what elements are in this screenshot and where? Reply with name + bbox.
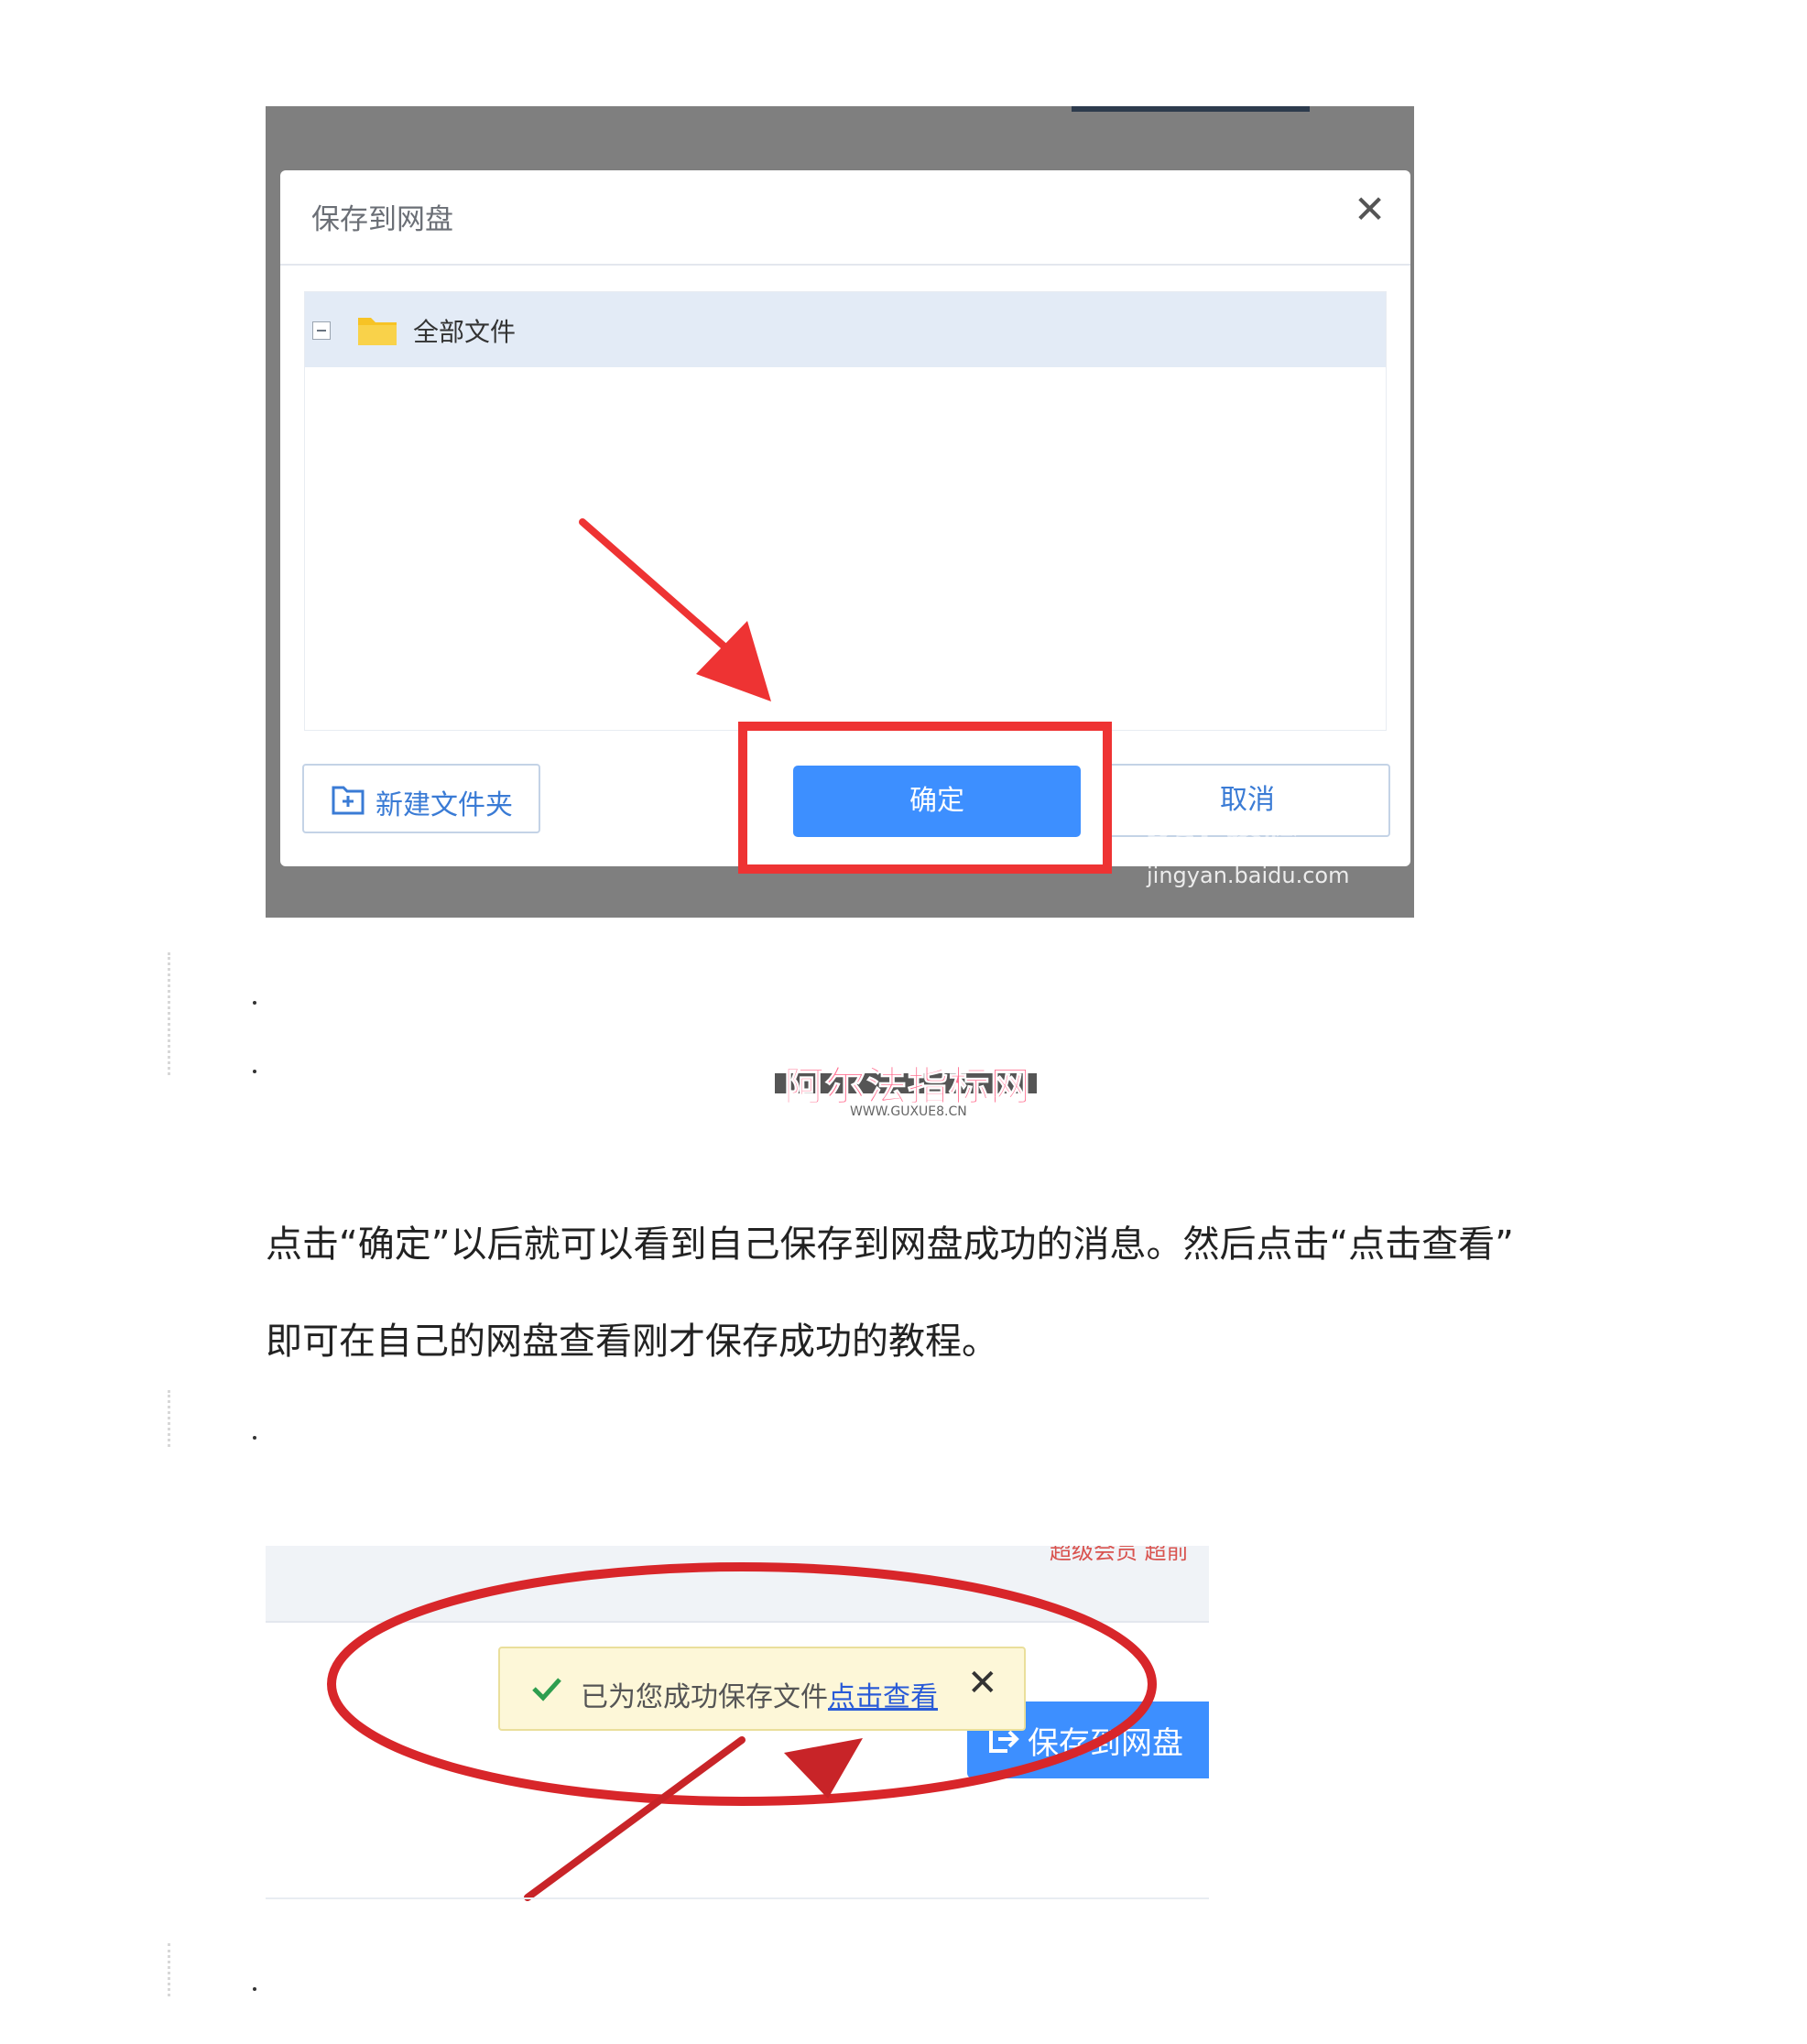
- tree-label: 全部文件: [413, 317, 517, 347]
- paragraph-line: 点击“确定”以后就可以看到自己保存到网盘成功的消息。然后点击“点击查看”: [266, 1223, 1514, 1266]
- guide-line: [168, 952, 170, 1075]
- collapse-icon[interactable]: [312, 321, 331, 340]
- guide-line: [168, 1943, 170, 1996]
- guide-line: [168, 1390, 170, 1447]
- divider: [280, 264, 1410, 266]
- highlight-ellipse: [327, 1562, 1157, 1806]
- bullet-dot: [253, 1987, 256, 1991]
- arrow-icon: [579, 518, 771, 701]
- new-folder-label: 新建文件夹: [376, 789, 513, 821]
- watermark-brand: Bai 经验: [1145, 820, 1300, 860]
- folder-icon: [358, 318, 397, 345]
- background-toolbar: [1072, 106, 1310, 112]
- site-watermark: 阿尔法指标网 WWW.GUXUE8.CN: [775, 1053, 1037, 1119]
- paragraph-line: 即可在自己的网盘查看刚才保存成功的教程。: [266, 1321, 998, 1363]
- bullet-dot: [253, 1436, 256, 1440]
- close-icon[interactable]: ✕: [1354, 190, 1386, 229]
- instruction-paragraph: 点击“确定”以后就可以看到自己保存到网盘成功的消息。然后点击“点击查看” 即可在…: [266, 1196, 1566, 1390]
- highlight-box: [738, 722, 1112, 874]
- site-watermark-name: 阿尔法指标网: [784, 1063, 1031, 1111]
- bullet-dot: [253, 1001, 256, 1005]
- new-folder-icon: [332, 786, 365, 815]
- arrow-icon: [524, 1736, 746, 1901]
- new-folder-button[interactable]: 新建文件夹: [302, 764, 540, 833]
- divider: [266, 1897, 1209, 1899]
- arrow-head: [784, 1738, 863, 1799]
- bullet-dot: [253, 1070, 256, 1073]
- watermark-url: jingyan.baidu.com: [1147, 863, 1350, 888]
- tree-row-all-files[interactable]: 全部文件: [305, 292, 1386, 367]
- annotation-overlay: [327, 1562, 1157, 1901]
- dialog-title: 保存到网盘: [311, 203, 453, 236]
- site-watermark-url: WWW.GUXUE8.CN: [850, 1104, 967, 1119]
- folder-tree: 全部文件: [304, 291, 1387, 731]
- screenshot-save-dialog: 保存到网盘 ✕ 全部文件 新建文件夹 确定 取消 Bai 经验 jingyan.…: [266, 106, 1414, 918]
- screenshot-save-success: 超级会员 超前 保存到网盘 已为您成功保存文件点击查看 ✕: [266, 1546, 1209, 1901]
